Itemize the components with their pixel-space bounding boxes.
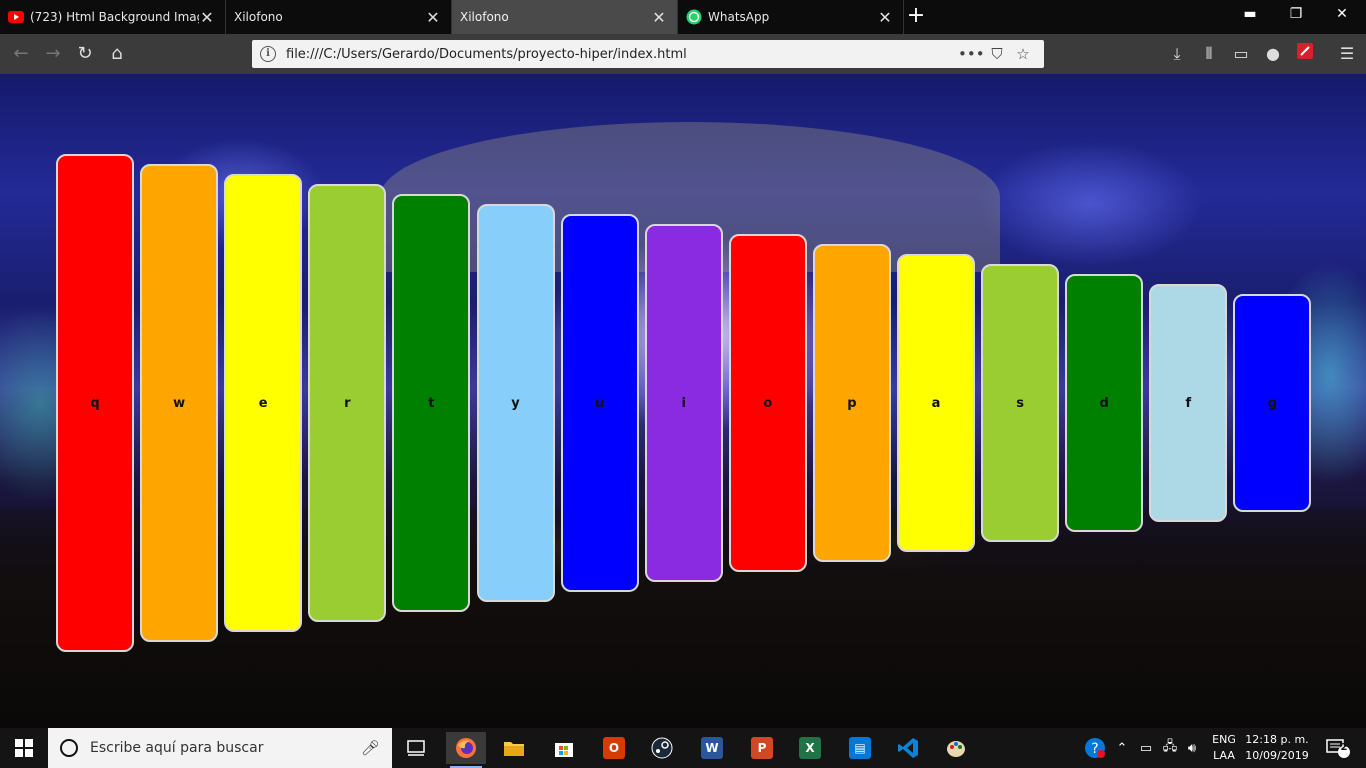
clock[interactable]: 12:18 p. m. 10/09/2019 [1242, 732, 1312, 764]
task-view-icon[interactable] [396, 732, 436, 764]
xylophone-key-label: w [173, 396, 186, 411]
xylophone-key-label: y [511, 396, 520, 411]
clock-date: 10/09/2019 [1245, 749, 1309, 762]
bookmark-star-icon[interactable]: ☆ [1010, 45, 1036, 63]
youtube-icon [8, 9, 24, 25]
extension-red-icon[interactable] [1292, 41, 1318, 67]
xylophone-key-o[interactable]: o [728, 234, 807, 572]
xylophone-key-label: d [1099, 396, 1109, 411]
xylophone-key-u[interactable]: u [560, 214, 639, 592]
news-app-icon[interactable]: ▤ [840, 732, 880, 764]
xylophone-key-y[interactable]: y [476, 204, 555, 602]
battery-icon[interactable]: ▭ [1136, 728, 1156, 768]
powerpoint-icon[interactable]: P [742, 732, 782, 764]
store-icon[interactable] [544, 732, 584, 764]
xylophone-key-label: p [847, 396, 857, 411]
tab-youtube[interactable]: (723) Html Background Image ✕ [0, 0, 226, 34]
library-icon[interactable]: ⫴ [1196, 41, 1222, 67]
tab-strip: (723) Html Background Image ✕ Xilofono ✕… [0, 0, 1366, 34]
extension-ghost-icon[interactable]: ● [1260, 41, 1286, 67]
language-code: ENG [1212, 733, 1236, 746]
url-text[interactable]: file:///C:/Users/Gerardo/Documents/proye… [286, 47, 958, 62]
xylophone-key-label: f [1185, 396, 1192, 411]
steam-icon[interactable] [642, 732, 682, 764]
xylophone-key-label: t [428, 396, 435, 411]
chevron-up-icon[interactable]: ⌃ [1112, 728, 1132, 768]
search-placeholder[interactable]: Escribe aquí para buscar [90, 740, 361, 756]
xylophone-key-label: i [681, 396, 686, 411]
tab-title: WhatsApp [708, 10, 770, 24]
xylophone-key-label: s [1016, 396, 1024, 411]
home-icon[interactable]: ⌂ [104, 41, 130, 67]
download-icon[interactable]: ⤓ [1164, 41, 1190, 67]
tab-xilofono-active[interactable]: Xilofono ✕ [452, 0, 678, 34]
xylophone-key-label: e [258, 396, 268, 411]
volume-icon[interactable]: 🔊︎ [1182, 728, 1202, 768]
file-explorer-icon[interactable] [494, 732, 534, 764]
menu-icon[interactable]: ☰ [1334, 41, 1360, 67]
xylophone-key-r[interactable]: r [308, 184, 387, 622]
minimize-icon[interactable]: ▬ [1238, 6, 1262, 22]
office-icon[interactable]: O [594, 732, 634, 764]
xylophone-key-e[interactable]: e [224, 174, 303, 632]
xylophone-key-f[interactable]: f [1149, 284, 1228, 522]
restore-icon[interactable]: ❐ [1284, 6, 1308, 22]
taskbar-search[interactable]: Escribe aquí para buscar 🎤︎ [48, 728, 392, 768]
cortana-icon[interactable] [60, 739, 78, 757]
xylophone-key-q[interactable]: q [56, 154, 134, 652]
close-window-icon[interactable]: ✕ [1330, 6, 1354, 22]
pocket-icon[interactable]: ⛉ [984, 45, 1010, 63]
notification-center-icon[interactable]: 2 [1318, 728, 1358, 768]
xylophone-key-label: q [90, 396, 100, 411]
xylophone-key-label: g [1267, 396, 1278, 411]
firefox-icon[interactable] [446, 732, 486, 768]
windows-start-icon[interactable] [0, 728, 48, 768]
close-icon[interactable]: ✕ [877, 8, 893, 27]
xylophone-key-t[interactable]: t [392, 194, 471, 612]
tab-title: Xilofono [234, 10, 283, 24]
clock-time: 12:18 p. m. [1245, 733, 1309, 746]
url-bar[interactable]: i file:///C:/Users/Gerardo/Documents/pro… [252, 40, 1044, 68]
forward-arrow-icon[interactable]: → [40, 41, 66, 67]
word-icon[interactable]: W [692, 732, 732, 764]
vscode-icon[interactable] [888, 732, 928, 764]
xylophone-key-label: u [594, 396, 605, 411]
excel-icon[interactable]: X [790, 732, 830, 764]
new-tab-button[interactable]: + [904, 5, 928, 29]
microphone-icon[interactable]: 🎤︎ [361, 739, 380, 757]
close-icon[interactable]: ✕ [199, 8, 215, 27]
help-icon[interactable]: ? [1082, 728, 1108, 768]
tab-whatsapp[interactable]: WhatsApp ✕ [678, 0, 904, 34]
tab-xilofono[interactable]: Xilofono ✕ [226, 0, 452, 34]
xylophone-key-label: a [931, 396, 941, 411]
tab-title: Xilofono [460, 10, 509, 24]
paint-icon[interactable] [936, 732, 976, 764]
xylophone-key-g[interactable]: g [1233, 294, 1312, 512]
close-icon[interactable]: ✕ [651, 8, 667, 27]
info-icon[interactable]: i [260, 46, 276, 62]
reload-icon[interactable]: ↻ [72, 41, 98, 67]
xylophone-key-s[interactable]: s [981, 264, 1060, 542]
xylophone-key-label: r [344, 396, 351, 411]
tab-title: (723) Html Background Image [30, 10, 199, 24]
xylophone-key-a[interactable]: a [897, 254, 975, 552]
back-arrow-icon[interactable]: ← [8, 41, 34, 67]
xylophone-key-label: o [763, 396, 773, 411]
whatsapp-icon [686, 9, 702, 25]
xylophone-key-p[interactable]: p [812, 244, 891, 562]
close-icon[interactable]: ✕ [425, 8, 441, 27]
navigation-bar: ← → ↻ ⌂ i file:///C:/Users/Gerardo/Docum… [0, 34, 1366, 74]
network-icon[interactable]: 🖧︎ [1160, 728, 1180, 768]
taskbar: Escribe aquí para buscar 🎤︎ O W P X ▤ ? … [0, 728, 1366, 768]
language-indicator[interactable]: ENG LAA [1208, 732, 1240, 764]
keyboard-layout: LAA [1213, 749, 1235, 762]
xylophone-key-w[interactable]: w [140, 164, 219, 642]
notification-count: 2 [1340, 742, 1348, 753]
xylophone-key-i[interactable]: i [644, 224, 723, 582]
page-content: qwertyuiopasdfg [0, 74, 1366, 728]
sidebar-icon[interactable]: ▭ [1228, 41, 1254, 67]
more-actions-icon[interactable]: ••• [958, 45, 985, 63]
xylophone-key-d[interactable]: d [1065, 274, 1144, 532]
